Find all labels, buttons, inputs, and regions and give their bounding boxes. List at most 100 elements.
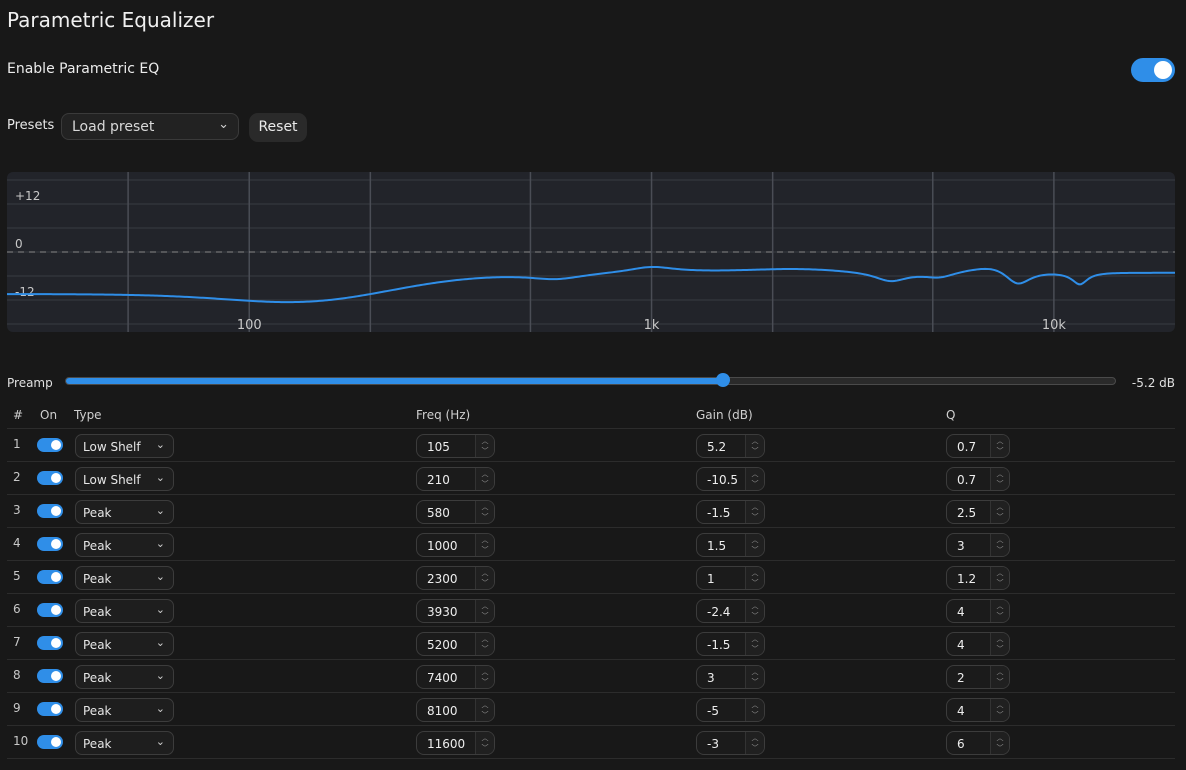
- band-gain-value: 1.5: [707, 539, 727, 553]
- band-q-input[interactable]: 4 ︿ ﹀: [946, 632, 1010, 656]
- band-q-input[interactable]: 2 ︿ ﹀: [946, 665, 1010, 689]
- x-axis-tick-label: 100: [237, 318, 262, 332]
- stepper-arrows-icon[interactable]: ︿ ﹀: [745, 567, 764, 589]
- band-type-select[interactable]: Peak ⌄: [75, 533, 174, 557]
- band-gain-input[interactable]: -1.5 ︿ ﹀: [696, 500, 765, 524]
- stepper-arrows-icon[interactable]: ︿ ﹀: [475, 468, 494, 490]
- stepper-arrows-icon[interactable]: ︿ ﹀: [475, 501, 494, 523]
- preamp-label: Preamp: [7, 376, 53, 390]
- reset-button[interactable]: Reset: [249, 113, 307, 142]
- toggle-knob: [51, 572, 61, 582]
- band-gain-input[interactable]: 1 ︿ ﹀: [696, 566, 765, 590]
- stepper-arrows-icon[interactable]: ︿ ﹀: [990, 534, 1009, 556]
- stepper-arrows-icon[interactable]: ︿ ﹀: [475, 699, 494, 721]
- stepper-arrows-icon[interactable]: ︿ ﹀: [990, 567, 1009, 589]
- band-q-input[interactable]: 0.7 ︿ ﹀: [946, 467, 1010, 491]
- stepper-arrows-icon[interactable]: ︿ ﹀: [475, 633, 494, 655]
- band-freq-input[interactable]: 210 ︿ ﹀: [416, 467, 495, 491]
- stepper-arrows-icon[interactable]: ︿ ﹀: [475, 435, 494, 457]
- chevron-down-icon: ⌄: [155, 735, 165, 748]
- table-row: 10 Peak ⌄ 11600 ︿ ﹀ -3 ︿ ﹀ 6 ︿ ﹀: [7, 725, 1175, 759]
- band-gain-value: -10.5: [707, 473, 739, 487]
- band-freq-input[interactable]: 580 ︿ ﹀: [416, 500, 495, 524]
- band-type-select[interactable]: Peak ⌄: [75, 599, 174, 623]
- preamp-slider[interactable]: [65, 373, 1116, 387]
- band-freq-input[interactable]: 5200 ︿ ﹀: [416, 632, 495, 656]
- stepper-arrows-icon[interactable]: ︿ ﹀: [745, 468, 764, 490]
- band-enable-toggle[interactable]: [37, 735, 63, 749]
- header-index: #: [13, 408, 24, 422]
- stepper-arrows-icon[interactable]: ︿ ﹀: [745, 435, 764, 457]
- band-enable-toggle[interactable]: [37, 570, 63, 584]
- band-type-select[interactable]: Peak ⌄: [75, 566, 174, 590]
- band-type-select[interactable]: Peak ⌄: [75, 632, 174, 656]
- stepper-arrows-icon[interactable]: ︿ ﹀: [990, 468, 1009, 490]
- band-enable-toggle[interactable]: [37, 603, 63, 617]
- stepper-arrows-icon[interactable]: ︿ ﹀: [745, 666, 764, 688]
- preamp-slider-thumb[interactable]: [716, 373, 731, 387]
- stepper-arrows-icon[interactable]: ︿ ﹀: [745, 501, 764, 523]
- band-gain-input[interactable]: 3 ︿ ﹀: [696, 665, 765, 689]
- band-freq-input[interactable]: 105 ︿ ﹀: [416, 434, 495, 458]
- band-type-select[interactable]: Peak ⌄: [75, 698, 174, 722]
- band-gain-input[interactable]: 1.5 ︿ ﹀: [696, 533, 765, 557]
- band-type-select[interactable]: Low Shelf ⌄: [75, 467, 174, 491]
- stepper-arrows-icon[interactable]: ︿ ﹀: [745, 534, 764, 556]
- band-type-select[interactable]: Peak ⌄: [75, 500, 174, 524]
- band-freq-input[interactable]: 1000 ︿ ﹀: [416, 533, 495, 557]
- band-index: 7: [13, 635, 21, 649]
- band-type-select[interactable]: Low Shelf ⌄: [75, 434, 174, 458]
- stepper-arrows-icon[interactable]: ︿ ﹀: [990, 633, 1009, 655]
- stepper-arrows-icon[interactable]: ︿ ﹀: [990, 501, 1009, 523]
- band-type-select[interactable]: Peak ⌄: [75, 731, 174, 755]
- stepper-arrows-icon[interactable]: ︿ ﹀: [745, 600, 764, 622]
- band-enable-toggle[interactable]: [37, 438, 63, 452]
- band-freq-value: 8100: [427, 704, 458, 718]
- band-type-select[interactable]: Peak ⌄: [75, 665, 174, 689]
- band-enable-toggle[interactable]: [37, 702, 63, 716]
- band-q-input[interactable]: 4 ︿ ﹀: [946, 698, 1010, 722]
- stepper-arrows-icon[interactable]: ︿ ﹀: [745, 633, 764, 655]
- band-enable-toggle[interactable]: [37, 471, 63, 485]
- band-gain-input[interactable]: -1.5 ︿ ﹀: [696, 632, 765, 656]
- band-freq-input[interactable]: 2300 ︿ ﹀: [416, 566, 495, 590]
- stepper-arrows-icon[interactable]: ︿ ﹀: [990, 699, 1009, 721]
- band-q-input[interactable]: 0.7 ︿ ﹀: [946, 434, 1010, 458]
- stepper-arrows-icon[interactable]: ︿ ﹀: [990, 666, 1009, 688]
- header-type: Type: [74, 408, 102, 422]
- band-gain-input[interactable]: -3 ︿ ﹀: [696, 731, 765, 755]
- band-type-value: Peak: [83, 737, 112, 751]
- band-enable-toggle[interactable]: [37, 669, 63, 683]
- table-row: 5 Peak ⌄ 2300 ︿ ﹀ 1 ︿ ﹀ 1.2 ︿ ﹀: [7, 560, 1175, 593]
- preset-select[interactable]: Load preset ⌄: [61, 113, 239, 140]
- band-q-input[interactable]: 6 ︿ ﹀: [946, 731, 1010, 755]
- stepper-arrows-icon[interactable]: ︿ ﹀: [475, 600, 494, 622]
- band-q-input[interactable]: 4 ︿ ﹀: [946, 599, 1010, 623]
- stepper-arrows-icon[interactable]: ︿ ﹀: [475, 666, 494, 688]
- stepper-arrows-icon[interactable]: ︿ ﹀: [475, 567, 494, 589]
- enable-eq-toggle[interactable]: [1131, 58, 1175, 82]
- band-enable-toggle[interactable]: [37, 636, 63, 650]
- stepper-arrows-icon[interactable]: ︿ ﹀: [475, 534, 494, 556]
- stepper-arrows-icon[interactable]: ︿ ﹀: [990, 732, 1009, 754]
- band-freq-input[interactable]: 11600 ︿ ﹀: [416, 731, 495, 755]
- stepper-arrows-icon[interactable]: ︿ ﹀: [745, 732, 764, 754]
- band-q-input[interactable]: 1.2 ︿ ﹀: [946, 566, 1010, 590]
- band-q-input[interactable]: 2.5 ︿ ﹀: [946, 500, 1010, 524]
- stepper-arrows-icon[interactable]: ︿ ﹀: [990, 435, 1009, 457]
- band-gain-input[interactable]: 5.2 ︿ ﹀: [696, 434, 765, 458]
- stepper-arrows-icon[interactable]: ︿ ﹀: [990, 600, 1009, 622]
- band-gain-input[interactable]: -5 ︿ ﹀: [696, 698, 765, 722]
- band-freq-input[interactable]: 3930 ︿ ﹀: [416, 599, 495, 623]
- band-q-value: 2: [957, 671, 965, 685]
- stepper-arrows-icon[interactable]: ︿ ﹀: [745, 699, 764, 721]
- chevron-down-icon: ⌄: [155, 636, 165, 649]
- band-gain-input[interactable]: -10.5 ︿ ﹀: [696, 467, 765, 491]
- band-q-input[interactable]: 3 ︿ ﹀: [946, 533, 1010, 557]
- band-freq-input[interactable]: 8100 ︿ ﹀: [416, 698, 495, 722]
- band-gain-input[interactable]: -2.4 ︿ ﹀: [696, 599, 765, 623]
- band-enable-toggle[interactable]: [37, 504, 63, 518]
- band-enable-toggle[interactable]: [37, 537, 63, 551]
- band-freq-input[interactable]: 7400 ︿ ﹀: [416, 665, 495, 689]
- stepper-arrows-icon[interactable]: ︿ ﹀: [475, 732, 494, 754]
